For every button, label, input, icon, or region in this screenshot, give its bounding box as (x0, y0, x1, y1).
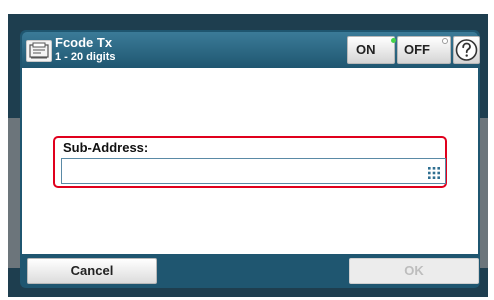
cancel-button[interactable]: Cancel (27, 258, 157, 284)
sub-address-input[interactable] (61, 158, 446, 184)
ok-button[interactable]: OK (349, 258, 479, 284)
on-indicator-led (391, 38, 396, 43)
dialog-title: Fcode Tx (55, 35, 113, 50)
off-indicator-led (442, 38, 448, 44)
on-button[interactable]: ON (347, 36, 395, 64)
help-icon (455, 39, 478, 61)
keypad-icon[interactable] (428, 166, 440, 179)
help-button[interactable] (453, 36, 480, 64)
bezel-shade-left (8, 118, 20, 268)
sub-address-label: Sub-Address: (63, 140, 149, 155)
fax-icon (26, 40, 52, 62)
dialog-subtitle: 1 - 20 digits (55, 51, 116, 63)
